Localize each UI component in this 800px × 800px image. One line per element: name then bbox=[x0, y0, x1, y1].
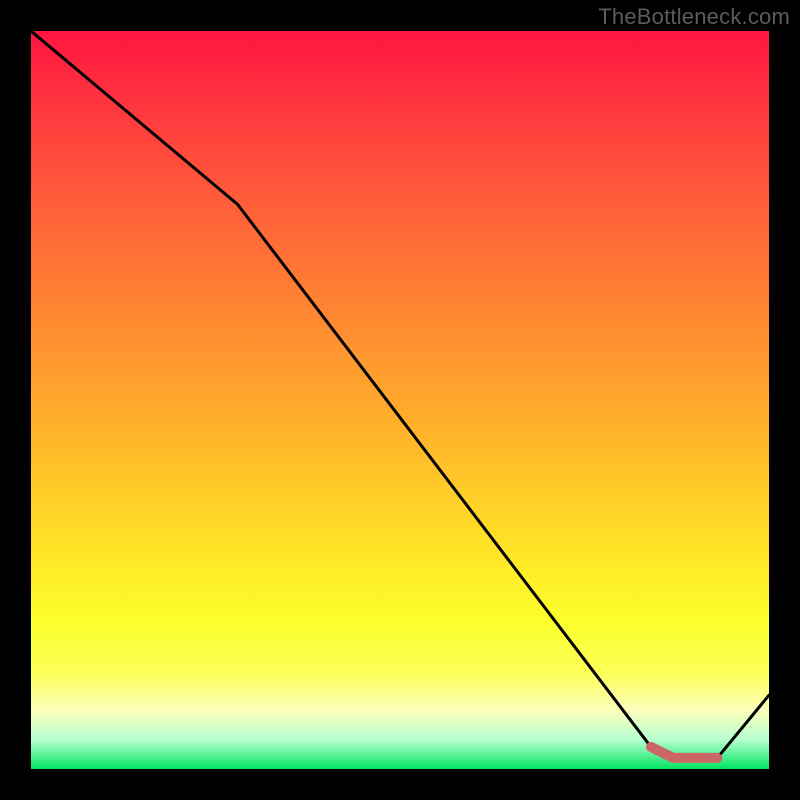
chart-frame: TheBottleneck.com bbox=[0, 0, 800, 800]
chart-svg bbox=[31, 31, 769, 769]
black-line-series bbox=[31, 31, 769, 758]
watermark-text: TheBottleneck.com bbox=[598, 4, 790, 30]
plot-area bbox=[31, 31, 769, 769]
pink-segment-series bbox=[651, 747, 717, 758]
